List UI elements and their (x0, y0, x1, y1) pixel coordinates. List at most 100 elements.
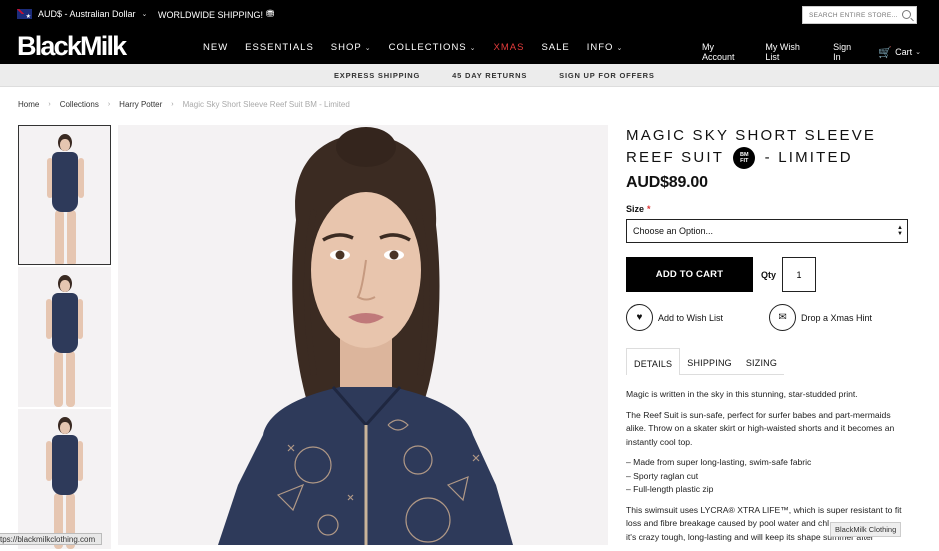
xmas-hint-button[interactable]: ✉ Drop a Xmas Hint (769, 304, 873, 332)
breadcrumb-harry-potter[interactable]: Harry Potter (119, 100, 162, 109)
bm-fit-badge-line2: FIT (740, 158, 749, 165)
sign-in-link[interactable]: Sign In (833, 42, 860, 62)
cart-icon: 🛒 (878, 46, 893, 59)
thumbnail-model-leg (54, 351, 63, 407)
description-bullet: – Made from super long-lasting, swim-saf… (626, 457, 812, 468)
product-title: MAGIC SKY SHORT SLEEVE REEF SUIT BM FIT -… (626, 125, 916, 170)
thumbnail-model-arm (77, 441, 83, 481)
size-select-value: Choose an Option... (633, 226, 714, 237)
cart-label: Cart (895, 47, 913, 57)
chevron-down-icon: ⌄ (141, 11, 148, 18)
breadcrumb-current: Magic Sky Short Sleeve Reef Suit BM - Li… (182, 100, 350, 109)
thumbnail-suit (51, 152, 78, 212)
thumbnail-model-arm (78, 158, 84, 198)
face-shape (311, 192, 421, 348)
search-input[interactable] (809, 11, 897, 19)
tab-shipping[interactable]: SHIPPING (680, 348, 739, 376)
nav-collections[interactable]: COLLECTIONS ⌄ (389, 42, 477, 53)
promo-bar: EXPRESS SHIPPING 45 DAY RETURNS SIGN UP … (0, 64, 939, 87)
breadcrumb: Home › Collections › Harry Potter › Magi… (18, 100, 350, 109)
chevron-down-icon: ⌄ (915, 49, 922, 56)
my-wish-list-label: My Wish List (765, 42, 800, 62)
thumbnail-suit (51, 293, 78, 353)
product-description: Magic is written in the sky in this stun… (626, 388, 911, 544)
size-label-text: Size (626, 204, 645, 215)
product-price: AUD$89.00 (626, 174, 708, 192)
promo-list: EXPRESS SHIPPING 45 DAY RETURNS SIGN UP … (334, 71, 687, 80)
thumbnail-suit (51, 435, 78, 495)
add-to-cart-button[interactable]: ADD TO CART (626, 257, 753, 293)
thumbnail-list (18, 125, 111, 551)
chevron-right-icon: › (48, 101, 51, 108)
currency-switcher[interactable]: AUD$ - Australian Dollar ⌄ (17, 9, 148, 20)
iris-left (335, 250, 345, 260)
thumbnail-model-face (59, 422, 70, 434)
product-info: MAGIC SKY SHORT SLEEVE REEF SUIT BM FIT -… (626, 125, 916, 544)
qty-label: Qty (761, 269, 777, 280)
main-nav: NEW ESSENTIALS SHOP ⌄ COLLECTIONS ⌄ XMAS S… (203, 42, 640, 53)
main-product-image[interactable] (118, 125, 608, 545)
chevron-down-icon: ⌄ (469, 44, 477, 52)
nav-sale[interactable]: SALE (541, 42, 569, 53)
iris-right (389, 250, 399, 260)
wish-row: ♥ Add to Wish List ✉ Drop a Xmas Hint (626, 304, 916, 332)
thumbnail-front[interactable] (18, 125, 111, 265)
chevron-right-icon: › (171, 101, 174, 108)
promo-returns[interactable]: 45 DAY RETURNS (452, 71, 527, 80)
description-bullet: – Full-length plastic zip (626, 484, 714, 495)
promo-signup[interactable]: SIGN UP FOR OFFERS (559, 71, 655, 80)
xmas-hint-label: Drop a Xmas Hint (801, 312, 873, 323)
tab-sizing[interactable]: SIZING (738, 348, 785, 376)
thumbnail-full-body[interactable] (18, 267, 111, 407)
nav-xmas[interactable]: XMAS (494, 42, 525, 53)
search-icon[interactable] (902, 10, 911, 19)
tooltip: BlackMilk Clothing (830, 522, 902, 537)
logo[interactable]: BlackMilk (17, 33, 127, 60)
promo-express-shipping[interactable]: EXPRESS SHIPPING (334, 71, 420, 80)
description-paragraph: Magic is written in the sky in this stun… (626, 389, 858, 400)
nav-sale-label: SALE (541, 42, 570, 53)
cart-row: ADD TO CART Qty (626, 257, 916, 293)
nav-xmas-label: XMAS (493, 42, 525, 53)
my-account-link[interactable]: My Account (702, 42, 747, 62)
shipping-note-text: WORLDWIDE SHIPPING! (158, 9, 264, 20)
select-arrows-icon: ▲ ▼ (897, 225, 903, 238)
my-wish-list-link[interactable]: My Wish List (765, 42, 815, 62)
thumbnail-model-leg (66, 351, 75, 407)
account-nav: My Account My Wish List Sign In 🛒 Cart ⌄ (702, 42, 939, 62)
chevron-down-icon: ⌄ (616, 44, 624, 52)
qty-input[interactable] (782, 257, 817, 293)
thumbnail-model-face (59, 139, 70, 151)
nav-shop[interactable]: SHOP ⌄ (331, 42, 372, 53)
size-select[interactable]: Choose an Option... ▲ ▼ (626, 219, 908, 244)
model-photo (118, 125, 608, 545)
chevron-down-icon: ⌄ (364, 44, 372, 52)
thumbnail-model-leg (67, 210, 76, 264)
add-to-wish-list-button[interactable]: ♥ Add to Wish List (626, 304, 724, 332)
search-box (802, 6, 917, 24)
heart-icon: ♥ (626, 304, 653, 332)
nav-info[interactable]: INFO ⌄ (587, 42, 624, 53)
thumbnail-model-leg (55, 210, 64, 264)
australia-flag-icon (17, 9, 32, 20)
nav-essentials-label: ESSENTIALS (245, 42, 314, 53)
add-to-wish-list-label: Add to Wish List (658, 312, 724, 323)
thumbnail-side[interactable] (18, 409, 111, 549)
breadcrumb-home[interactable]: Home (18, 100, 39, 109)
currency-label: AUD$ - Australian Dollar (38, 9, 136, 19)
nav-new[interactable]: NEW (203, 42, 228, 53)
size-label: Size * (626, 204, 916, 214)
nav-new-label: NEW (203, 42, 229, 53)
bm-fit-badge: BM FIT (733, 147, 756, 170)
tab-details[interactable]: DETAILS (626, 348, 681, 376)
nav-essentials[interactable]: ESSENTIALS (245, 42, 314, 53)
chevron-right-icon: › (107, 101, 111, 108)
sign-in-label: Sign In (833, 42, 852, 62)
status-bar-url: tps://blackmilkclothing.com (0, 533, 103, 545)
cart-link[interactable]: 🛒 Cart ⌄ (878, 42, 921, 62)
breadcrumb-collections[interactable]: Collections (60, 100, 99, 109)
nav-collections-label: COLLECTIONS (388, 42, 467, 53)
description-paragraph: The Reef Suit is sun-safe, perfect for s… (626, 409, 895, 447)
my-account-label: My Account (702, 42, 735, 62)
thumbnail-model-arm (77, 299, 83, 339)
